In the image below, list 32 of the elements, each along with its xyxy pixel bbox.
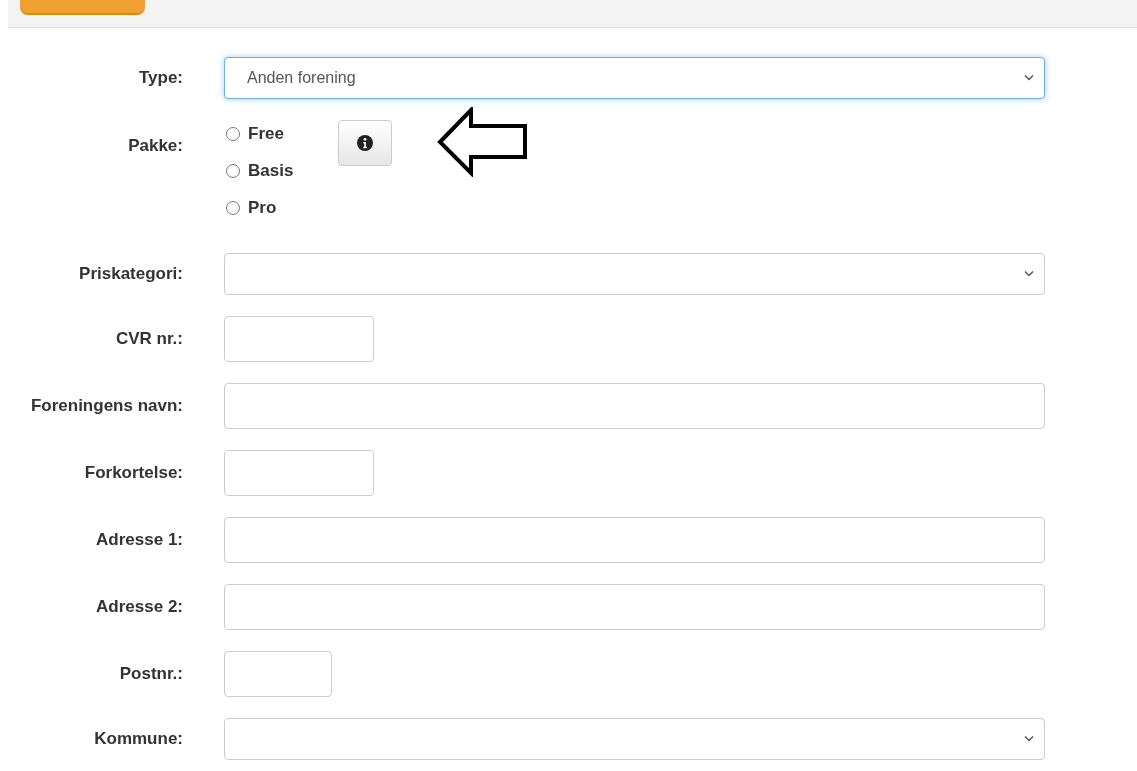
radio-label: Free [248, 123, 284, 145]
input-field[interactable] [224, 584, 1045, 630]
radio-label: Pro [248, 197, 277, 219]
field-label: Adresse 2: [96, 596, 183, 619]
chevron-down-icon [1024, 270, 1034, 278]
info-icon [357, 135, 374, 151]
select-field[interactable] [224, 718, 1045, 760]
field-label: Kommune: [94, 728, 183, 751]
field-label: Adresse 1: [96, 529, 183, 552]
radio-button[interactable] [226, 164, 240, 178]
radio-label: Basis [248, 160, 294, 182]
radio-button[interactable] [226, 127, 240, 141]
field-label: CVR nr.: [115, 328, 183, 351]
input-field[interactable] [224, 450, 374, 496]
field-label: Foreningens navn: [30, 395, 183, 418]
chevron-down-icon [1024, 735, 1034, 743]
input-field[interactable] [224, 383, 1045, 429]
input-field[interactable] [224, 651, 332, 697]
select-value: Anden forening [247, 68, 356, 88]
input-field[interactable] [224, 517, 1045, 563]
field-label: Forkortelse: [84, 462, 183, 485]
radio-button[interactable] [226, 201, 240, 215]
field-label: Pakke: [128, 135, 183, 157]
field-label: Postnr.: [119, 663, 183, 686]
button-edge[interactable] [20, 0, 145, 15]
select-field[interactable] [224, 253, 1045, 295]
chevron-down-icon [1024, 74, 1034, 82]
field-label: Type: [138, 67, 183, 90]
select-field[interactable]: Anden forening [224, 57, 1045, 99]
info-button[interactable] [338, 120, 393, 166]
field-label: Priskategori: [79, 263, 183, 286]
input-field[interactable] [224, 316, 374, 362]
